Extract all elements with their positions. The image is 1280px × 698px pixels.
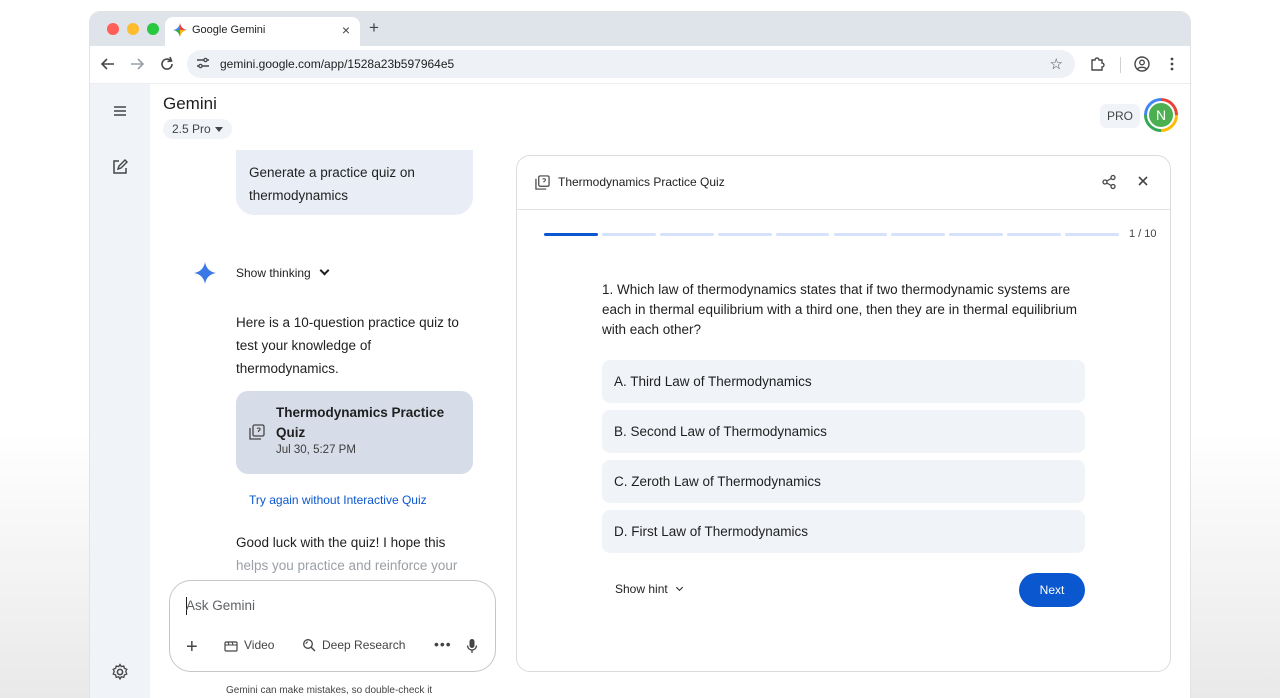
browser-menu-icon[interactable] bbox=[1163, 55, 1181, 73]
window-zoom-button[interactable] bbox=[147, 23, 159, 35]
window-close-button[interactable] bbox=[107, 23, 119, 35]
microphone-icon[interactable] bbox=[466, 638, 478, 654]
quiz-artifact-card[interactable]: Thermodynamics Practice Quiz Jul 30, 5:2… bbox=[236, 391, 473, 474]
quiz-question: 1. Which law of thermodynamics states th… bbox=[602, 282, 1077, 337]
video-tool-button[interactable]: Video bbox=[224, 638, 274, 652]
quiz-card-title: Thermodynamics Practice Quiz bbox=[276, 405, 445, 440]
avatar-initial: N bbox=[1147, 101, 1175, 129]
progress-segment bbox=[659, 233, 714, 236]
progress-segment bbox=[717, 233, 772, 236]
browser-window: Google Gemini × + gemini.google.com/app/… bbox=[90, 12, 1190, 698]
add-attachment-button[interactable]: + bbox=[186, 637, 198, 657]
toolbar-divider bbox=[1120, 57, 1121, 73]
answer-option-b[interactable]: B. Second Law of Thermodynamics bbox=[602, 410, 1085, 453]
bookmark-star-icon[interactable]: ☆ bbox=[1050, 55, 1063, 73]
browser-toolbar: gemini.google.com/app/1528a23b597964e5 ☆ bbox=[90, 46, 1190, 84]
quiz-panel-title: Thermodynamics Practice Quiz bbox=[558, 175, 725, 189]
caret-down-icon bbox=[214, 127, 223, 133]
profile-icon[interactable] bbox=[1133, 55, 1151, 73]
deep-research-button[interactable]: Deep Research bbox=[302, 638, 405, 652]
tab-title: Google Gemini bbox=[192, 24, 266, 36]
address-bar[interactable]: gemini.google.com/app/1528a23b597964e5 ☆ bbox=[187, 50, 1075, 78]
chevron-down-icon bbox=[319, 265, 330, 276]
tab-gemini[interactable]: Google Gemini × bbox=[165, 17, 360, 46]
progress-segment bbox=[775, 233, 830, 236]
account-avatar[interactable]: N bbox=[1144, 98, 1178, 132]
back-icon[interactable] bbox=[99, 55, 117, 73]
video-tool-label: Video bbox=[244, 638, 275, 652]
next-button[interactable]: Next bbox=[1019, 573, 1085, 607]
share-icon[interactable] bbox=[1101, 174, 1117, 190]
model-label: 2.5 Pro bbox=[172, 122, 211, 136]
show-hint-label: Show hint bbox=[615, 582, 668, 596]
close-icon[interactable] bbox=[1135, 173, 1151, 189]
progress-segment bbox=[891, 233, 946, 236]
input-placeholder: Ask Gemini bbox=[186, 598, 256, 613]
quiz-card-date: Jul 30, 5:27 PM bbox=[276, 444, 356, 456]
new-tab-button[interactable]: + bbox=[369, 18, 379, 38]
side-rail bbox=[90, 84, 150, 698]
new-chat-icon[interactable] bbox=[110, 157, 130, 177]
model-selector[interactable]: 2.5 Pro bbox=[163, 119, 232, 139]
answer-option-d[interactable]: D. First Law of Thermodynamics bbox=[602, 510, 1085, 553]
answer-option-c[interactable]: C. Zeroth Law of Thermodynamics bbox=[602, 460, 1085, 503]
user-prompt-bubble: Generate a practice quiz on thermodynami… bbox=[236, 150, 473, 215]
quiz-panel-header: Thermodynamics Practice Quiz bbox=[517, 156, 1170, 210]
gemini-spark-icon bbox=[194, 262, 216, 284]
gemini-app: Gemini 2.5 Pro PRO N Generate a practice… bbox=[90, 84, 1190, 698]
progress-segment bbox=[833, 233, 888, 236]
show-thinking-label: Show thinking bbox=[236, 266, 311, 280]
forward-icon[interactable] bbox=[128, 55, 146, 73]
disclaimer-text: Gemini can make mistakes, so double-chec… bbox=[226, 685, 433, 696]
quiz-icon bbox=[249, 424, 265, 440]
progress-segment bbox=[544, 233, 598, 236]
progress-segment bbox=[949, 233, 1004, 236]
tab-close-icon[interactable]: × bbox=[342, 22, 350, 38]
url-text: gemini.google.com/app/1528a23b597964e5 bbox=[220, 57, 455, 71]
settings-gear-icon[interactable] bbox=[110, 662, 130, 682]
window-minimize-button[interactable] bbox=[127, 23, 139, 35]
response-outro-faded: helps you practice and reinforce your bbox=[236, 558, 458, 573]
show-thinking-toggle[interactable]: Show thinking bbox=[236, 265, 330, 280]
progress-segment bbox=[601, 233, 656, 236]
response-outro-visible: Good luck with the quiz! I hope this bbox=[236, 535, 446, 550]
gemini-favicon-icon bbox=[173, 23, 187, 37]
pro-badge[interactable]: PRO bbox=[1100, 104, 1141, 128]
progress-segment bbox=[1065, 233, 1119, 236]
reload-icon[interactable] bbox=[158, 55, 176, 73]
ask-gemini-input[interactable]: Ask Gemini + Video Deep Research ••• bbox=[169, 580, 496, 672]
quiz-icon bbox=[535, 175, 550, 190]
quiz-panel: Thermodynamics Practice Quiz 1 / 10 1. W… bbox=[516, 155, 1171, 672]
site-info-icon[interactable] bbox=[196, 56, 210, 70]
menu-icon[interactable] bbox=[110, 101, 130, 121]
answer-option-a[interactable]: A. Third Law of Thermodynamics bbox=[602, 360, 1085, 403]
chevron-down-icon bbox=[675, 583, 683, 592]
response-outro: Good luck with the quiz! I hope this help… bbox=[236, 531, 476, 577]
deep-research-label: Deep Research bbox=[322, 638, 406, 652]
tab-strip: Google Gemini × + bbox=[90, 12, 1190, 46]
app-title: Gemini bbox=[163, 94, 217, 113]
response-intro: Here is a 10-question practice quiz to t… bbox=[236, 315, 459, 376]
progress-segment bbox=[1007, 233, 1062, 236]
extensions-icon[interactable] bbox=[1088, 55, 1106, 73]
deep-research-icon bbox=[303, 639, 316, 652]
try-again-link[interactable]: Try again without Interactive Quiz bbox=[249, 493, 427, 507]
progress-count: 1 / 10 bbox=[1129, 228, 1157, 240]
more-tools-button[interactable]: ••• bbox=[434, 636, 452, 652]
show-hint-toggle[interactable]: Show hint bbox=[615, 582, 683, 596]
video-icon bbox=[224, 641, 238, 652]
